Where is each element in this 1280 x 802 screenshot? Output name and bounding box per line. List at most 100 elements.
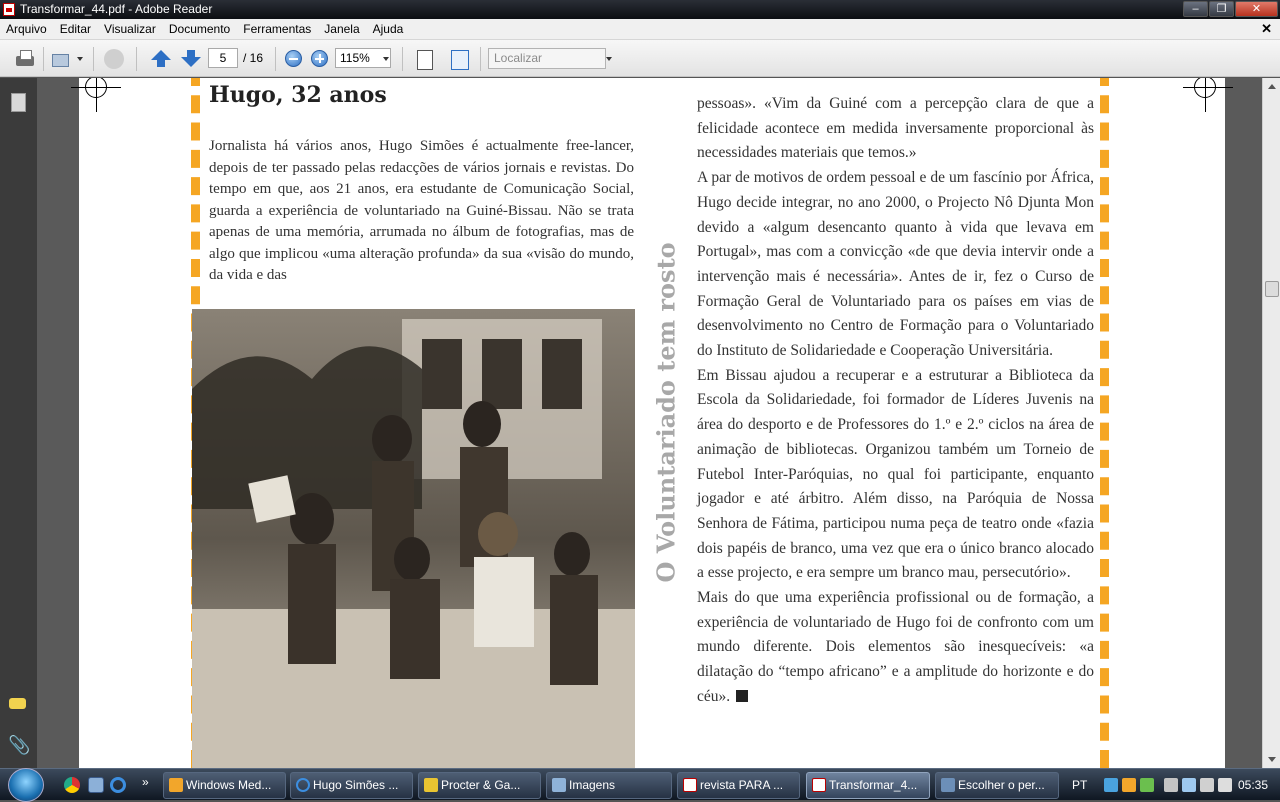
zoom-out-icon[interactable] (285, 50, 302, 67)
tray-app-icon[interactable] (1164, 778, 1178, 792)
ie-icon (296, 778, 310, 792)
document-viewport[interactable]: Hugo, 32 anos Jornalista há vários anos,… (37, 78, 1262, 768)
toolbar-divider (275, 47, 276, 71)
toolbar-divider (136, 47, 137, 71)
left-column: Hugo, 32 anos Jornalista há vários anos,… (209, 82, 634, 287)
menu-arquivo[interactable]: Arquivo (0, 22, 54, 36)
close-button[interactable]: ✕ (1235, 1, 1278, 17)
menu-editar[interactable]: Editar (54, 22, 98, 36)
close-document-icon[interactable]: ✕ (1261, 21, 1272, 37)
next-page-icon[interactable] (180, 48, 202, 70)
search-input[interactable]: Localizar (488, 48, 606, 69)
menu-ajuda[interactable]: Ajuda (367, 22, 411, 36)
menu-ferramentas[interactable]: Ferramentas (237, 22, 318, 36)
right-paragraph: A par de motivos de ordem pessoal e de u… (697, 169, 1094, 360)
article-headline: Hugo, 32 anos (209, 82, 387, 108)
restore-button[interactable]: ❐ (1209, 1, 1234, 17)
scroll-up-icon[interactable] (1268, 84, 1276, 89)
vertical-section-title: O Voluntariado tem rosto (646, 242, 682, 588)
end-of-article-mark (736, 689, 749, 702)
page-total: / 16 (243, 51, 264, 65)
chevron-down-icon[interactable] (77, 57, 83, 61)
search-dropdown-icon[interactable] (606, 57, 612, 61)
menu-janela[interactable]: Janela (318, 22, 366, 36)
start-button[interactable] (8, 768, 44, 802)
scroll-down-icon[interactable] (1268, 757, 1276, 762)
task-label: revista PARA ... (700, 778, 784, 792)
zoom-in-icon[interactable] (311, 50, 328, 67)
task-label: Hugo Simões ... (313, 778, 399, 792)
menu-documento[interactable]: Documento (163, 22, 237, 36)
right-paragraph: Em Bissau ajudou a recuperar e a estrutu… (697, 366, 1094, 582)
toolbar-divider (402, 47, 403, 71)
attachment-icon[interactable]: 📎 (8, 735, 30, 755)
collaborate-icon[interactable] (104, 49, 124, 69)
folder-icon (552, 778, 566, 792)
menu-bar: Arquivo Editar Visualizar Documento Ferr… (0, 19, 1280, 40)
taskbar: » Windows Med... Hugo Simões ... Procter… (0, 768, 1280, 802)
right-paragraph: pessoas». «Vim da Guiné com a percepção … (697, 95, 1094, 162)
task-hugo-simoes[interactable]: Hugo Simões ... (290, 772, 413, 799)
network-icon[interactable] (1104, 778, 1118, 792)
toolbar (0, 40, 1280, 77)
folder-icon (424, 778, 438, 792)
pdf-icon (683, 778, 697, 792)
task-revista-para[interactable]: revista PARA ... (677, 772, 800, 799)
crop-mark (1194, 78, 1216, 98)
pdf-app-icon (3, 3, 15, 16)
task-procter[interactable]: Procter & Ga... (418, 772, 541, 799)
clock[interactable]: 05:35 (1238, 778, 1268, 792)
scroll-thumb[interactable] (1265, 281, 1279, 297)
pdf-icon (812, 778, 826, 792)
task-label: Imagens (569, 778, 616, 792)
task-windows-media[interactable]: Windows Med... (163, 772, 286, 799)
fit-width-icon[interactable] (448, 48, 470, 70)
task-label: Transformar_4... (829, 778, 918, 792)
crop-mark (85, 78, 107, 98)
window-title: Transformar_44.pdf - Adobe Reader (20, 2, 213, 16)
volume-icon[interactable] (1200, 778, 1214, 792)
window-icon (941, 778, 955, 792)
zoom-dropdown-icon[interactable] (383, 57, 389, 61)
power-icon[interactable] (1218, 778, 1232, 792)
right-column: pessoas». «Vim da Guiné com a percepção … (697, 92, 1094, 710)
photo-image (192, 309, 635, 768)
task-label: Procter & Ga... (441, 778, 521, 792)
tray-app-icon[interactable] (1140, 778, 1154, 792)
group-photo (192, 309, 635, 768)
internet-explorer-icon[interactable] (110, 777, 126, 793)
section-title-text: O Voluntariado tem rosto (651, 242, 681, 583)
show-desktop-icon[interactable] (88, 777, 104, 793)
pdf-page: Hugo, 32 anos Jornalista há vários anos,… (71, 78, 1233, 768)
window-controls: – ❐ ✕ (1183, 1, 1278, 17)
language-indicator[interactable]: PT (1072, 778, 1087, 792)
right-paragraph-last: Mais do que uma experiência profissional… (697, 586, 1094, 710)
toolbar-divider (43, 47, 44, 71)
network-status-icon[interactable] (1182, 778, 1196, 792)
chevron-right-icon[interactable]: » (142, 775, 149, 789)
task-label: Windows Med... (186, 778, 272, 792)
task-transformar[interactable]: Transformar_4... (806, 772, 930, 799)
right-paragraph-text: Mais do que uma experiência profissional… (697, 589, 1094, 705)
tray-app-icon[interactable] (1122, 778, 1136, 792)
vertical-scrollbar[interactable] (1262, 78, 1280, 768)
previous-page-icon[interactable] (150, 48, 172, 70)
task-imagens[interactable]: Imagens (546, 772, 672, 799)
task-escolher[interactable]: Escolher o per... (935, 772, 1059, 799)
menu-visualizar[interactable]: Visualizar (98, 22, 163, 36)
email-icon[interactable] (50, 48, 72, 70)
task-label: Escolher o per... (958, 778, 1045, 792)
toolbar-divider (480, 47, 481, 71)
navigation-pane: 📎 (0, 78, 37, 768)
system-tray: PT 05:35 (1064, 769, 1280, 801)
chrome-icon[interactable] (64, 777, 80, 793)
minimize-button[interactable]: – (1183, 1, 1208, 17)
page-number-input[interactable]: 5 (208, 48, 238, 68)
media-player-icon (169, 778, 183, 792)
fit-page-icon[interactable] (413, 48, 435, 70)
pages-icon[interactable] (8, 92, 28, 112)
left-paragraph: Jornalista há vários anos, Hugo Simões é… (209, 138, 634, 283)
print-icon[interactable] (14, 48, 36, 70)
toolbar-divider (93, 47, 94, 71)
comments-icon[interactable] (8, 695, 28, 715)
